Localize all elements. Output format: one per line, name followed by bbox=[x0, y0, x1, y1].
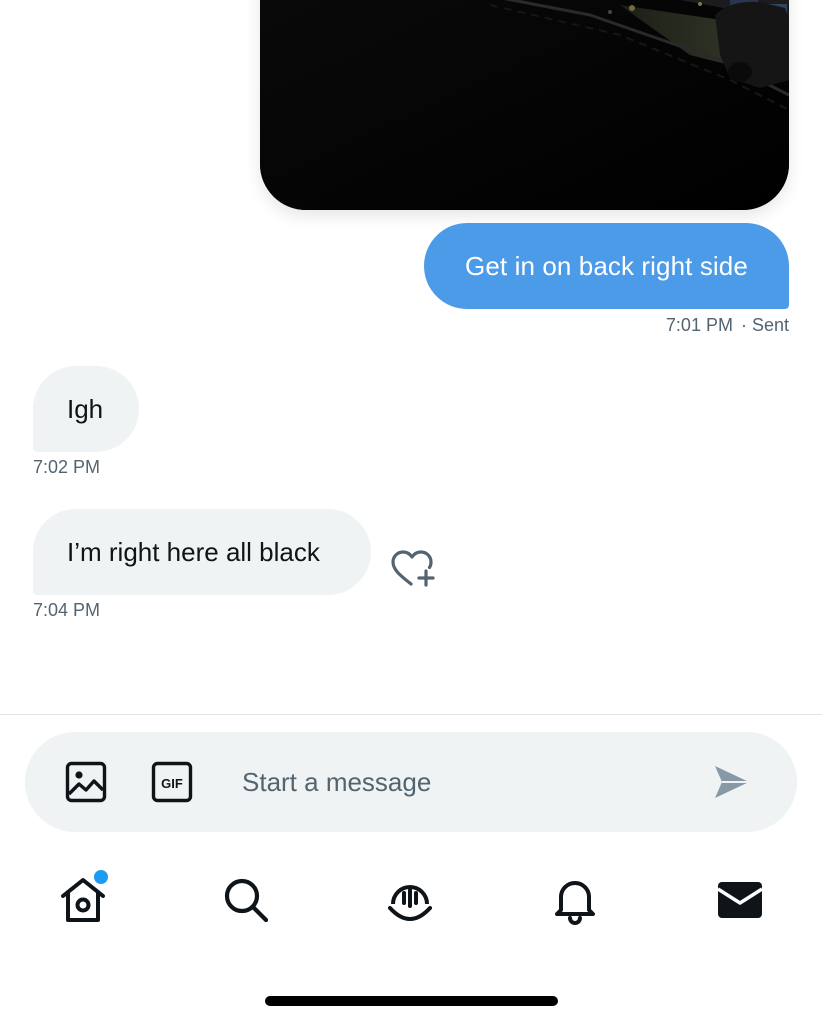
received-message-time: 7:04 PM bbox=[33, 600, 101, 620]
add-gif-button[interactable]: GIF bbox=[151, 761, 193, 803]
tab-messages[interactable] bbox=[714, 874, 766, 926]
image-icon bbox=[65, 761, 107, 803]
message-composer: GIF bbox=[25, 732, 797, 832]
sent-message-bubble[interactable]: Get in on back right side bbox=[424, 223, 789, 309]
mail-icon bbox=[717, 882, 763, 918]
night-street-photo bbox=[260, 0, 789, 210]
composer-divider bbox=[0, 714, 822, 715]
gif-label: GIF bbox=[161, 776, 183, 791]
add-media-button[interactable] bbox=[65, 761, 107, 803]
sent-status: · Sent bbox=[740, 315, 789, 335]
gif-icon: GIF bbox=[151, 761, 193, 803]
home-indicator bbox=[265, 996, 558, 1006]
spaces-icon bbox=[388, 885, 432, 921]
send-icon bbox=[715, 766, 749, 798]
received-message-bubble[interactable]: I’m right here all black bbox=[33, 509, 371, 595]
received-message-text: Igh bbox=[67, 394, 104, 424]
home-notification-dot bbox=[92, 868, 110, 886]
message-input[interactable] bbox=[242, 762, 672, 802]
bottom-tab-bar bbox=[0, 860, 822, 940]
send-button[interactable] bbox=[713, 764, 751, 800]
bell-icon bbox=[555, 881, 595, 925]
tab-search[interactable] bbox=[220, 874, 272, 926]
sent-message-meta: 7:01 PM · Sent bbox=[666, 315, 789, 336]
sent-image-message[interactable] bbox=[260, 0, 789, 210]
sent-message-text: Get in on back right side bbox=[465, 251, 748, 281]
received-message-text: I’m right here all black bbox=[67, 537, 320, 567]
search-icon bbox=[224, 878, 269, 923]
add-reaction-button[interactable] bbox=[389, 548, 437, 592]
heart-plus-icon bbox=[391, 550, 435, 587]
sent-message-time: 7:01 PM bbox=[665, 315, 733, 335]
dm-conversation-screen: Get in on back right side 7:01 PM · Sent … bbox=[0, 0, 822, 1024]
tab-notifications[interactable] bbox=[549, 874, 601, 926]
tab-spaces[interactable] bbox=[384, 874, 436, 926]
received-message-bubble[interactable]: Igh bbox=[33, 366, 139, 452]
received-message-time: 7:02 PM bbox=[33, 457, 101, 477]
